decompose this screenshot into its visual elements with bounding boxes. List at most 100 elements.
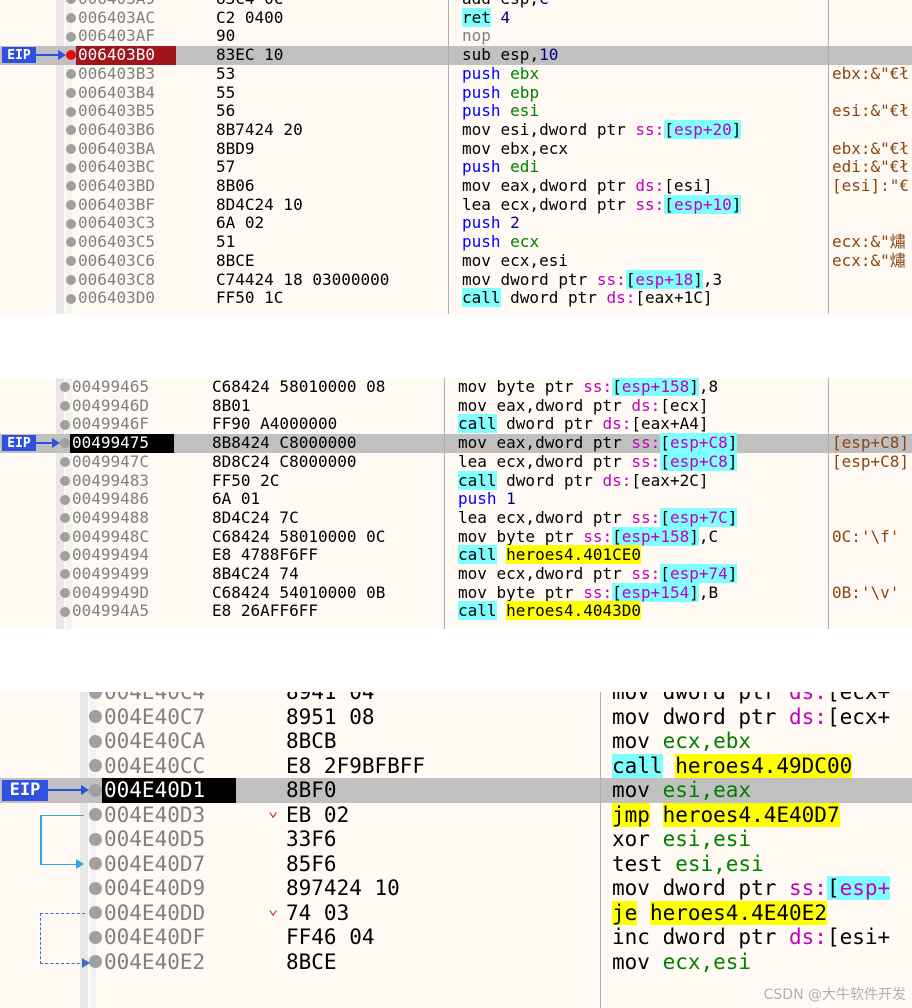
instruction[interactable]: mov dword ptr ss:[esp+18],3: [462, 269, 722, 290]
breakpoint-icon[interactable]: [66, 50, 76, 61]
address[interactable]: 0049948C: [72, 527, 149, 547]
instruction[interactable]: lea ecx,dword ptr ss:[esp+C8]: [458, 451, 738, 472]
disasm-row[interactable]: 0049946F FF90 A4000000 call dword ptr ds:[…: [0, 414, 912, 434]
instruction[interactable]: mov dword ptr ds:[ecx+: [612, 692, 890, 705]
address[interactable]: 00499475: [72, 433, 149, 453]
disassembly-panel-3[interactable]: 004E40C4 8941 04 mov dword ptr ds:[ecx+ 004…: [0, 692, 912, 1008]
instruction[interactable]: mov dword ptr ss:[esp+: [612, 876, 891, 901]
instruction[interactable]: xor esi,esi: [612, 827, 751, 852]
disasm-row[interactable]: 006403AF 90 nop: [0, 27, 912, 46]
address[interactable]: 0049947C: [72, 452, 149, 472]
instruction[interactable]: mov eax,dword ptr ds:[ecx]: [458, 396, 708, 416]
instruction[interactable]: push ecx: [462, 232, 539, 252]
instruction[interactable]: mov byte ptr ss:[esp+158],C: [458, 526, 718, 547]
disasm-row[interactable]: 006403AC C2 0400 ret 4: [0, 7, 912, 28]
disasm-row[interactable]: 00499475 8B8424 C8000000 mov eax,dword ptr…: [0, 433, 912, 453]
instruction[interactable]: mov ebx,ecx: [462, 139, 568, 159]
disasm-row[interactable]: 0049947C 8D8C24 C8000000 lea ecx,dword ptr…: [0, 451, 912, 472]
disassembly-panel-2[interactable]: 00499465 C68424 58010000 08 mov byte ptr s…: [0, 378, 912, 629]
address[interactable]: 00499499: [72, 564, 149, 584]
address[interactable]: 004E40E2: [104, 950, 205, 975]
instruction[interactable]: mov ecx,dword ptr ss:[esp+74]: [458, 564, 738, 584]
disasm-row[interactable]: 004E40D5 33F6 xor esi,esi: [0, 827, 912, 852]
disasm-row[interactable]: 006403B6 8B7424 20 mov esi,dword ptr ss:[e…: [0, 119, 912, 140]
address[interactable]: 006403BF: [78, 195, 155, 215]
address[interactable]: 00499465: [72, 378, 149, 397]
address[interactable]: 006403B0: [78, 45, 155, 65]
address[interactable]: 006403B6: [78, 120, 155, 140]
address[interactable]: 004E40D3: [104, 803, 205, 828]
instruction[interactable]: call heroes4.401CE0: [458, 545, 642, 565]
instruction[interactable]: call dword ptr ds:[eax+1C]: [462, 288, 712, 308]
instruction[interactable]: lea ecx,dword ptr ss:[esp+7C]: [458, 507, 738, 528]
address[interactable]: 004E40CC: [104, 754, 205, 779]
instruction[interactable]: ret 4: [462, 7, 510, 28]
disasm-row[interactable]: 006403BC 57 push edi edi:&"€ł: [0, 157, 912, 177]
address[interactable]: 004E40CA: [104, 729, 205, 754]
disasm-row[interactable]: 00499465 C68424 58010000 08 mov byte ptr s…: [0, 378, 912, 397]
disasm-row[interactable]: 004E40DF FF46 04 inc dword ptr ds:[esi+: [0, 925, 912, 950]
instruction[interactable]: lea ecx,dword ptr ss:[esp+10]: [462, 194, 742, 215]
disasm-row[interactable]: 004E40D7 85F6 test esi,esi: [0, 852, 912, 877]
instruction[interactable]: sub esp,10: [462, 45, 558, 65]
instruction[interactable]: push esi: [462, 101, 539, 121]
instruction[interactable]: test esi,esi: [612, 852, 764, 877]
instruction[interactable]: mov byte ptr ss:[esp+158],8: [458, 378, 718, 397]
disasm-row[interactable]: 006403C5 51 push ecx ecx:&"熽: [0, 232, 912, 252]
disasm-row[interactable]: 004E40C4 8941 04 mov dword ptr ds:[ecx+: [0, 692, 912, 705]
instruction[interactable]: inc dword ptr ds:[esi+: [612, 925, 890, 950]
address[interactable]: 004E40D9: [104, 876, 205, 901]
disasm-row[interactable]: 006403C3 6A 02 push 2: [0, 214, 912, 233]
address[interactable]: 006403D0: [78, 288, 155, 308]
disasm-row[interactable]: 004E40D3 EB 02 ⌄ jmp heroes4.4E40D7: [0, 801, 912, 828]
instruction[interactable]: push 1: [458, 489, 516, 509]
disasm-row[interactable]: 006403BA 8BD9 mov ebx,ecx ebx:&"€ł: [0, 139, 912, 159]
disasm-row[interactable]: 0049946D 8B01 mov eax,dword ptr ds:[ecx]: [0, 396, 912, 416]
address[interactable]: 004E40D1: [104, 778, 205, 803]
instruction[interactable]: call dword ptr ds:[eax+2C]: [458, 470, 708, 491]
instruction[interactable]: call heroes4.49DC00: [612, 753, 853, 779]
disasm-row[interactable]: 006403B0 83EC 10 sub esp,10: [0, 45, 912, 65]
instruction[interactable]: mov esi,dword ptr ss:[esp+20]: [462, 119, 742, 140]
instruction[interactable]: mov esi,eax: [612, 778, 751, 803]
instruction[interactable]: mov ecx,ebx: [612, 729, 751, 754]
disasm-row[interactable]: 006403BD 8B06 mov eax,dword ptr ds:[esi] [e…: [0, 176, 912, 196]
disasm-row[interactable]: 006403B3 53 push ebx ebx:&"€ł: [0, 64, 912, 84]
disasm-row[interactable]: 004E40C7 8951 08 mov dword ptr ds:[ecx+: [0, 705, 912, 730]
disasm-row[interactable]: 00499488 8D4C24 7C lea ecx,dword ptr ss:[e…: [0, 507, 912, 528]
disasm-row[interactable]: 004E40CA 8BCB mov ecx,ebx: [0, 729, 912, 754]
address[interactable]: 006403C6: [78, 251, 155, 271]
address[interactable]: 006403C3: [78, 214, 155, 233]
disasm-row[interactable]: 00499483 FF50 2C call dword ptr ds:[eax+2C…: [0, 470, 912, 491]
disassembly-panel-1[interactable]: 006403A983C4 0Cadd esp,C006403ACC2 0400r…: [0, 0, 912, 314]
disasm-row[interactable]: 00499494 E8 4788F6FF call heroes4.401CE0: [0, 545, 912, 565]
address[interactable]: 006403BA: [78, 139, 155, 159]
disasm-row[interactable]: 004E40D1 8BF0 mov esi,eax: [0, 778, 912, 803]
address[interactable]: 006403AC: [78, 8, 155, 28]
disasm-row[interactable]: 004E40DD 74 03 ⌄ je heroes4.4E40E2: [0, 899, 912, 926]
disasm-row[interactable]: 006403B4 55 push ebp: [0, 83, 912, 103]
disasm-row[interactable]: 0049948C C68424 58010000 0C mov byte ptr s…: [0, 526, 912, 547]
instruction[interactable]: call heroes4.4043D0: [458, 601, 642, 621]
instruction[interactable]: je heroes4.4E40E2: [612, 900, 827, 926]
disasm-row[interactable]: 004E40D9 897424 10 mov dword ptr ss:[esp+: [0, 876, 912, 901]
address[interactable]: 004E40DF: [104, 925, 205, 950]
address[interactable]: 006403C8: [78, 270, 155, 290]
disasm-row[interactable]: 004E40E2 8BCE mov ecx,esi: [0, 950, 912, 975]
address[interactable]: 006403C5: [78, 232, 155, 252]
instruction[interactable]: mov eax,dword ptr ds:[esi]: [462, 176, 712, 196]
disasm-row[interactable]: 006403D0 FF50 1C call dword ptr ds:[eax+1C…: [0, 288, 912, 308]
address[interactable]: 006403B5: [78, 101, 155, 121]
address[interactable]: 0049949D: [72, 583, 149, 603]
address[interactable]: 006403BD: [78, 176, 155, 196]
address[interactable]: 006403AF: [78, 27, 155, 46]
address[interactable]: 004994A5: [72, 602, 149, 621]
disasm-row[interactable]: 006403C6 8BCE mov ecx,esi ecx:&"熽: [0, 251, 912, 271]
instruction[interactable]: mov dword ptr ds:[ecx+: [612, 705, 890, 730]
disasm-row[interactable]: 004994A5 E8 26AFF6FF call heroes4.4043D0: [0, 601, 912, 621]
instruction[interactable]: call dword ptr ds:[eax+A4]: [458, 414, 708, 434]
instruction[interactable]: mov ecx,esi: [612, 950, 751, 975]
address[interactable]: 0049946D: [72, 396, 149, 416]
address[interactable]: 004E40DD: [104, 901, 205, 926]
address[interactable]: 00499494: [72, 546, 149, 565]
